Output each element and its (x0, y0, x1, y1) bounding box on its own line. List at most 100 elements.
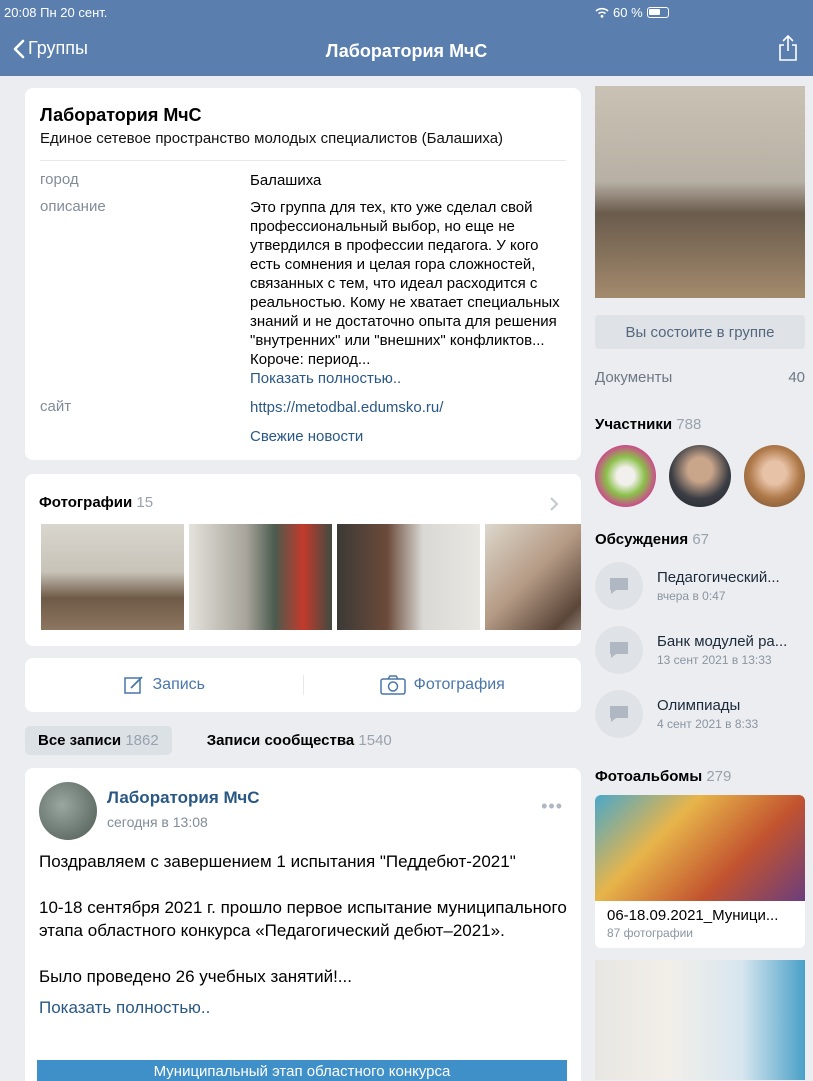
wifi-icon (595, 7, 609, 18)
album-cover (595, 795, 805, 901)
avatar[interactable] (39, 782, 97, 840)
photos-header: Фотографии 15 (39, 494, 567, 511)
discussions-header[interactable]: Обсуждения 67 (595, 531, 805, 548)
photos-count: 15 (136, 494, 154, 511)
news-row: Свежие новости (40, 427, 566, 446)
tab-all-posts[interactable]: Все записи 1862 (25, 726, 172, 755)
member-status-button[interactable]: Вы состоите в группе (595, 315, 805, 349)
news-link[interactable]: Свежие новости (250, 427, 566, 446)
discussion-title: Олимпиады (657, 697, 741, 714)
photo-thumb[interactable] (337, 524, 480, 630)
album-title: 06-18.09.2021_Муници... (607, 907, 779, 924)
discussion-item[interactable]: Олимпиады 4 сент 2021 в 8:33 (595, 690, 805, 738)
camera-icon (379, 675, 406, 695)
news-spacer (40, 427, 250, 446)
post-banner[interactable]: Муниципальный этап областного конкурса (37, 1060, 567, 1081)
albums-label: Фотоальбомы (595, 768, 703, 785)
post-text-1: Поздравляем с завершением 1 испытания "П… (39, 852, 516, 871)
new-photo-label: Фотография (413, 676, 505, 693)
wall-tabs: Все записи 1862 Записи сообщества 1540 (25, 726, 405, 755)
member-avatar[interactable] (743, 445, 805, 507)
discussion-text: Педагогический... вчера в 0:47 (657, 569, 805, 603)
photos-card[interactable]: Фотографии 15 (25, 474, 581, 646)
documents-label: Документы (595, 369, 673, 386)
albums-count: 279 (706, 768, 732, 785)
member-avatar[interactable] (669, 445, 731, 507)
post-show-more-link[interactable]: Показать полностью.. (39, 998, 567, 1018)
page-title: Лаборатория МчС (325, 41, 488, 61)
group-info-card: Лаборатория МчС Единое сетевое пространс… (25, 88, 581, 460)
wall-post: Лаборатория МчС сегодня в 13:08 ••• Позд… (25, 768, 581, 1081)
discussion-date: вчера в 0:47 (657, 589, 726, 603)
description-text: Это группа для тех, кто уже сделал свой … (250, 199, 560, 368)
description-label: описание (40, 198, 106, 215)
album-count: 87 фотографии (607, 926, 694, 940)
site-row: сайт https://metodbal.edumsko.ru/ (40, 398, 566, 417)
photo-thumb[interactable] (41, 524, 184, 630)
discussions-count: 67 (692, 531, 709, 548)
city-value: Балашиха (250, 172, 322, 189)
members-label: Участники (595, 416, 673, 433)
members-header[interactable]: Участники 788 (595, 416, 805, 433)
discussion-item[interactable]: Педагогический... вчера в 0:47 (595, 562, 805, 610)
tab-all-count: 1862 (125, 732, 159, 749)
city-label: город (40, 171, 79, 188)
discussion-title: Банк модулей ра... (657, 633, 788, 650)
post-header: Лаборатория МчС сегодня в 13:08 (39, 782, 567, 840)
discussion-date: 4 сент 2021 в 8:33 (657, 717, 759, 731)
share-icon[interactable] (777, 34, 799, 62)
top-bar: 20:08 Пн 20 сент. 60 % Группы Лаборатори… (0, 0, 813, 76)
more-options-icon[interactable]: ••• (541, 796, 563, 817)
status-time: 20:08 Пн 20 сент. (4, 5, 108, 20)
tab-all-label: Все записи (38, 732, 122, 749)
chevron-right-icon[interactable] (549, 496, 559, 512)
discussion-title: Педагогический... (657, 569, 780, 586)
site-link[interactable]: https://metodbal.edumsko.ru/ (250, 398, 566, 417)
battery-icon (646, 7, 669, 18)
description-row: описание Это группа для тех, кто уже сде… (40, 198, 566, 388)
discussion-item[interactable]: Банк модулей ра... 13 сент 2021 в 13:33 (595, 626, 805, 674)
show-more-link[interactable]: Показать полностью.. (250, 369, 566, 388)
photo-thumb[interactable] (189, 524, 332, 630)
status-right: 60 % (595, 5, 805, 20)
new-post-button[interactable]: Запись (25, 674, 303, 696)
site-label: сайт (40, 398, 72, 415)
post-text-3: Было проведено 26 учебных занятий!... (39, 967, 352, 986)
divider (40, 160, 566, 161)
city-row: город Балашиха (40, 171, 566, 190)
post-actions-card: Запись Фотография (25, 658, 581, 712)
members-count: 788 (676, 416, 702, 433)
group-cover-photo[interactable] (595, 86, 805, 298)
photo-thumb[interactable] (485, 524, 581, 630)
discussion-text: Олимпиады 4 сент 2021 в 8:33 (657, 697, 805, 731)
chat-icon (595, 626, 643, 674)
group-subtitle: Единое сетевое пространство молодых спец… (40, 130, 504, 147)
discussions-label: Обсуждения (595, 531, 689, 548)
post-author[interactable]: Лаборатория МчС (107, 788, 260, 808)
group-name: Лаборатория МчС (40, 105, 202, 125)
album-card[interactable]: 06-18.09.2021_Муници... 87 фотографии (595, 795, 805, 948)
tab-community-label: Записи сообщества (206, 732, 355, 749)
post-time[interactable]: сегодня в 13:08 (107, 814, 260, 830)
sidebar: Вы состоите в группе Документы 40 Участн… (595, 86, 805, 1080)
post-meta: Лаборатория МчС сегодня в 13:08 (107, 782, 260, 830)
chat-icon (595, 562, 643, 610)
new-photo-button[interactable]: Фотография (302, 675, 582, 695)
description-block: Это группа для тех, кто уже сделал свой … (250, 198, 566, 388)
album-card[interactable] (595, 960, 805, 1080)
albums-header[interactable]: Фотоальбомы 279 (595, 768, 805, 785)
documents-row[interactable]: Документы 40 (595, 369, 805, 386)
tab-community-count: 1540 (358, 732, 392, 749)
discussion-date: 13 сент 2021 в 13:33 (657, 653, 772, 667)
photo-strip (41, 524, 581, 630)
status-bar: 20:08 Пн 20 сент. 60 % (0, 0, 813, 26)
battery-percent: 60 % (613, 5, 643, 20)
members-avatars (595, 445, 805, 507)
documents-count: 40 (788, 369, 805, 386)
member-avatar[interactable] (595, 445, 657, 507)
tab-community-posts[interactable]: Записи сообщества 1540 (194, 726, 405, 755)
edit-icon (123, 676, 143, 694)
discussion-text: Банк модулей ра... 13 сент 2021 в 13:33 (657, 633, 805, 667)
chat-icon (595, 690, 643, 738)
post-text-2: 10-18 сентября 2021 г. прошло первое исп… (39, 898, 567, 940)
